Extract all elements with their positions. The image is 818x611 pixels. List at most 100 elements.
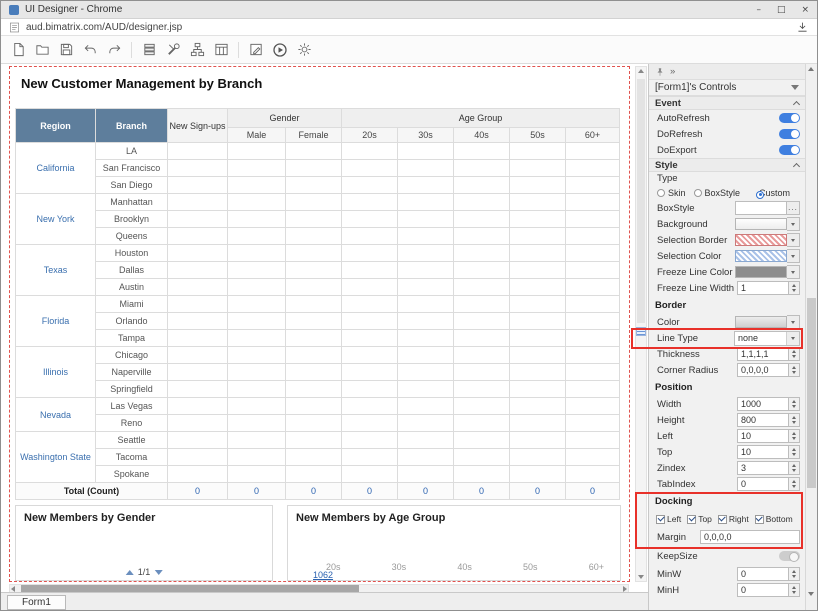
top-input[interactable] [737,445,789,459]
zindex-input[interactable] [737,461,789,475]
page-down-icon[interactable] [154,570,162,575]
background-dropdown-button[interactable] [787,217,800,231]
scroll-down-icon[interactable] [638,575,644,579]
controls-selector[interactable]: [Form1]'s Controls [649,80,805,96]
border-color-swatch[interactable] [735,316,787,328]
spinner[interactable] [789,461,800,475]
spinner[interactable] [789,445,800,459]
maximize-button[interactable]: □ [777,5,786,15]
age-chart[interactable]: New Members by Age Group 20s 30s 40s 50s… [287,505,621,581]
thickness-input[interactable] [737,347,789,361]
spinner[interactable] [789,281,800,295]
grid-cell [342,262,398,279]
selection-border-dropdown-button[interactable] [787,233,800,247]
design-surface[interactable]: New Customer Management by Branch Region… [1,64,648,592]
radio-custom[interactable]: Custom [748,188,790,198]
prop-label: MinW [657,569,681,580]
tools-button[interactable] [162,39,184,61]
spinner[interactable] [789,363,800,377]
gender-chart[interactable]: New Members by Gender 1/1 [15,505,273,581]
tabindex-input[interactable] [737,477,789,491]
data-stack-button[interactable] [138,39,160,61]
branch-cell: Dallas [96,262,168,279]
edit-button[interactable] [245,39,267,61]
region-cell: Texas [16,245,96,296]
customer-grid[interactable]: Region Branch New Sign-ups Gender Age Gr… [15,108,620,500]
new-file-button[interactable] [7,39,29,61]
save-button[interactable] [55,39,77,61]
scroll-up-icon[interactable] [808,67,814,71]
panel-scrollbar-thumb[interactable] [807,298,816,488]
axis-tick: 60+ [589,562,604,572]
scroll-down-icon[interactable] [808,592,814,596]
grid-cell [286,313,342,330]
download-button[interactable] [796,21,809,34]
width-input[interactable] [737,397,789,411]
undo-button[interactable] [79,39,101,61]
hierarchy-button[interactable] [186,39,208,61]
settings-button[interactable] [293,39,315,61]
spinner[interactable] [789,567,800,581]
spinner[interactable] [789,583,800,597]
section-event[interactable]: Event [649,96,805,110]
close-button[interactable]: × [801,5,809,15]
border-color-dropdown-button[interactable] [787,315,800,329]
freeze-line-width-input[interactable] [737,281,789,295]
selection-color-swatch[interactable] [735,250,787,262]
minw-input[interactable] [737,567,789,581]
grid-cell [286,415,342,432]
grid-cell [510,143,566,160]
line-type-select[interactable]: none [734,331,800,346]
export-grid-button[interactable] [210,39,232,61]
corner-radius-input[interactable] [737,363,789,377]
page-up-icon[interactable] [126,570,134,575]
tab-form1[interactable]: Form1 [7,595,66,610]
grid-cell [228,194,286,211]
redo-button[interactable] [103,39,125,61]
doexport-toggle[interactable] [779,145,800,155]
expand-panel-button[interactable]: » [670,66,675,77]
total-value: 0 [286,483,342,500]
spinner[interactable] [789,477,800,491]
panel-scrollbar[interactable] [805,64,817,610]
keepsize-toggle[interactable] [779,551,800,561]
dock-left-checkbox[interactable]: Left [656,514,681,524]
run-button[interactable] [269,39,291,61]
minimize-button[interactable]: – [756,5,761,15]
scrollbar-splitter[interactable] [636,327,646,336]
scroll-right-icon[interactable] [623,586,627,592]
margin-input[interactable] [700,530,800,544]
checkbox-checked-icon [687,515,696,524]
canvas-scrollbar-thumb[interactable] [637,79,645,323]
section-style[interactable]: Style [649,158,805,172]
radio-boxstyle[interactable]: BoxStyle [694,188,741,198]
horizontal-scrollbar-thumb[interactable] [21,585,359,592]
radio-skin[interactable]: Skin [657,188,686,198]
freeze-line-color-dropdown-button[interactable] [787,265,800,279]
height-input[interactable] [737,413,789,427]
dock-top-checkbox[interactable]: Top [687,514,712,524]
selection-border-swatch[interactable] [735,234,787,246]
pin-icon[interactable] [655,67,665,77]
minh-input[interactable] [737,583,789,597]
line-type-dropdown-button[interactable] [786,332,799,345]
spinner[interactable] [789,397,800,411]
spinner[interactable] [789,347,800,361]
boxstyle-browse-button[interactable]: ... [787,201,800,215]
scroll-up-icon[interactable] [638,69,644,73]
boxstyle-input[interactable] [735,201,787,215]
freeze-line-color-swatch[interactable] [735,266,787,278]
dock-right-checkbox[interactable]: Right [718,514,749,524]
dorefresh-toggle[interactable] [779,129,800,139]
background-swatch[interactable] [735,218,787,230]
selection-color-dropdown-button[interactable] [787,249,800,263]
open-folder-button[interactable] [31,39,53,61]
scroll-left-icon[interactable] [11,586,15,592]
spinner[interactable] [789,413,800,427]
spinner[interactable] [789,429,800,443]
autorefresh-toggle[interactable] [779,113,800,123]
canvas-vertical-scrollbar[interactable] [635,66,647,582]
horizontal-scrollbar[interactable] [9,584,629,592]
dock-bottom-checkbox[interactable]: Bottom [755,514,793,524]
left-input[interactable] [737,429,789,443]
